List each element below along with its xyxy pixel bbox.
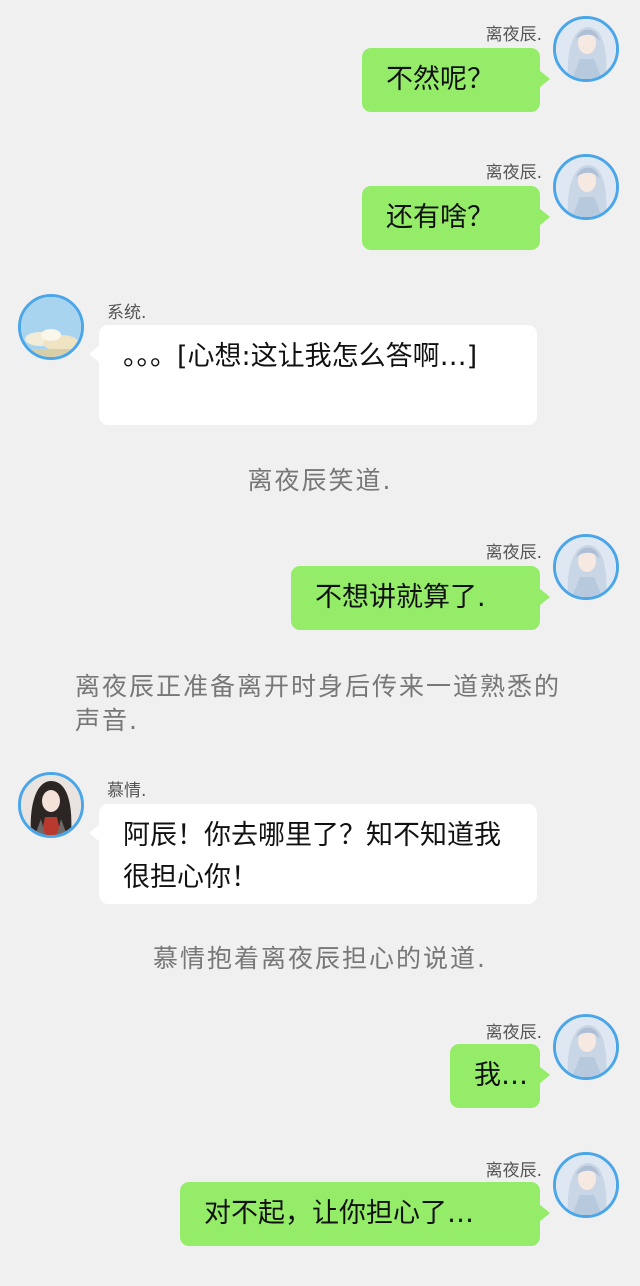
pale-hair-character-avatar-icon (556, 19, 616, 79)
message-bubble[interactable]: 不想讲就算了. (291, 566, 550, 630)
sky-clouds-avatar-icon (21, 297, 81, 357)
avatar-self[interactable] (553, 154, 619, 220)
message-bubble[interactable]: 还有啥？ (362, 186, 550, 250)
dark-hair-character-avatar-icon (21, 775, 81, 835)
sender-name: 离夜辰. (485, 543, 542, 563)
message-bubble[interactable]: 阿辰！你去哪里了？知不知道我很担心你！ (89, 804, 537, 904)
avatar-self[interactable] (553, 1152, 619, 1218)
message-bubble[interactable]: 对不起，让你担心了… (180, 1182, 550, 1246)
message-bubble[interactable]: 我… (450, 1044, 550, 1108)
avatar-system[interactable] (18, 294, 84, 360)
pale-hair-character-avatar-icon (556, 157, 616, 217)
sender-name: 离夜辰. (485, 163, 542, 183)
avatar-muqing[interactable] (18, 772, 84, 838)
avatar-self[interactable] (553, 534, 619, 600)
sender-name: 离夜辰. (485, 1161, 542, 1181)
sender-name: 系统. (107, 303, 147, 323)
message-bubble[interactable]: 。。。[心想:这让我怎么答啊…] (89, 325, 537, 425)
narration-text: 慕情抱着离夜辰担心的说道. (153, 944, 487, 973)
avatar-self[interactable] (553, 16, 619, 82)
avatar-self[interactable] (553, 1014, 619, 1080)
sender-name: 离夜辰. (485, 25, 542, 45)
narration-text: 离夜辰正准备离开时身后传来一道熟悉的声音. (75, 672, 562, 735)
pale-hair-character-avatar-icon (556, 1017, 616, 1077)
pale-hair-character-avatar-icon (556, 1155, 616, 1215)
sender-name: 慕情. (107, 781, 147, 801)
message-bubble[interactable]: 不然呢？ (362, 48, 550, 112)
narration-text: 离夜辰笑道. (247, 466, 393, 495)
pale-hair-character-avatar-icon (556, 537, 616, 597)
sender-name: 离夜辰. (485, 1023, 542, 1043)
